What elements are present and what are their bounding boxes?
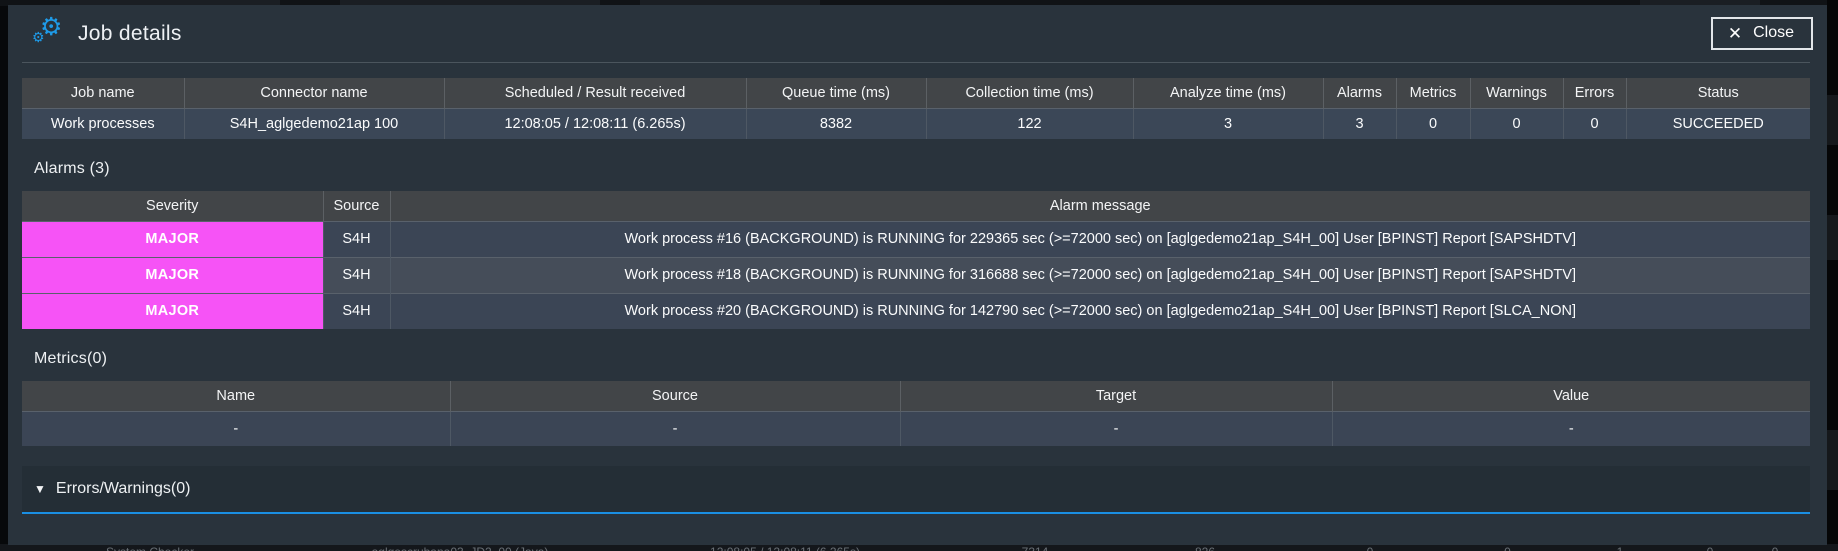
alarms-table: Severity Source Alarm message MAJOR S4H … bbox=[22, 191, 1810, 329]
background-cell: 0 bbox=[1675, 545, 1745, 551]
cell-status: SUCCEEDED bbox=[1626, 108, 1810, 139]
alarm-message: Work process #16 (BACKGROUND) is RUNNING… bbox=[390, 221, 1810, 257]
col-header-warnings: Warnings bbox=[1470, 78, 1563, 108]
errors-warnings-heading: Errors/Warnings(0) bbox=[56, 480, 191, 498]
severity-badge: MAJOR bbox=[22, 221, 323, 257]
metrics-header-row: Name Source Target Value bbox=[22, 381, 1810, 411]
cell-metrics: 0 bbox=[1396, 108, 1470, 139]
cell-scheduled: 12:08:05 / 12:08:11 (6.265s) bbox=[444, 108, 746, 139]
job-details-dialog: ⚙⚙ Job details ✕ Close Job name Connecto… bbox=[8, 5, 1827, 545]
background-cell: 0 bbox=[1290, 545, 1450, 551]
metrics-table: Name Source Target Value - - - - bbox=[22, 381, 1810, 446]
cell-warnings: 0 bbox=[1470, 108, 1563, 139]
col-header-metrics: Metrics bbox=[1396, 78, 1470, 108]
alarms-header-row: Severity Source Alarm message bbox=[22, 191, 1810, 221]
col-header-queue-time: Queue time (ms) bbox=[746, 78, 926, 108]
errors-warnings-toggle[interactable]: ▼ Errors/Warnings(0) bbox=[22, 466, 1810, 514]
severity-badge: MAJOR bbox=[22, 257, 323, 293]
col-header-name: Name bbox=[22, 381, 450, 411]
background-page-right-edge bbox=[1827, 0, 1838, 551]
severity-badge: MAJOR bbox=[22, 293, 323, 329]
metric-value: - bbox=[1332, 411, 1810, 446]
background-cell: 0 bbox=[1745, 545, 1805, 551]
alarm-row: MAJOR S4H Work process #18 (BACKGROUND) … bbox=[22, 257, 1810, 293]
alarm-message: Work process #20 (BACKGROUND) is RUNNING… bbox=[390, 293, 1810, 329]
gears-icon: ⚙⚙ bbox=[32, 17, 66, 51]
background-cell: 826 bbox=[1120, 545, 1290, 551]
metric-target: - bbox=[900, 411, 1332, 446]
background-table-row: System Checker aglgescrubana03_JD2_00 (J… bbox=[0, 545, 1838, 551]
col-header-severity: Severity bbox=[22, 191, 323, 221]
background-cell: 12:08:05 / 12:08:11 (6.265s) bbox=[620, 545, 950, 551]
metric-name: - bbox=[22, 411, 450, 446]
col-header-value: Value bbox=[1332, 381, 1810, 411]
background-cell: 0 bbox=[1450, 545, 1565, 551]
metrics-section-heading: Metrics(0) bbox=[34, 350, 1810, 368]
background-cell: System Checker bbox=[0, 545, 300, 551]
col-header-collection-time: Collection time (ms) bbox=[926, 78, 1133, 108]
alarms-section-heading: Alarms (3) bbox=[34, 160, 1810, 178]
cell-analyze-time: 3 bbox=[1133, 108, 1323, 139]
alarm-source: S4H bbox=[323, 293, 390, 329]
background-page-bottom-edge: System Checker aglgescrubana03_JD2_00 (J… bbox=[0, 544, 1838, 551]
close-button[interactable]: ✕ Close bbox=[1711, 17, 1813, 50]
alarm-message: Work process #18 (BACKGROUND) is RUNNING… bbox=[390, 257, 1810, 293]
cell-connector-name: S4H_aglgedemo21ap 100 bbox=[184, 108, 444, 139]
background-cell: 7314 bbox=[950, 545, 1120, 551]
cell-errors: 0 bbox=[1563, 108, 1626, 139]
alarm-row: MAJOR S4H Work process #20 (BACKGROUND) … bbox=[22, 293, 1810, 329]
job-summary-table: Job name Connector name Scheduled / Resu… bbox=[22, 78, 1810, 139]
metric-source: - bbox=[450, 411, 900, 446]
cell-alarms: 3 bbox=[1323, 108, 1396, 139]
background-fragment bbox=[1827, 215, 1838, 260]
col-header-scheduled: Scheduled / Result received bbox=[444, 78, 746, 108]
chevron-down-icon[interactable]: ▼ bbox=[34, 482, 46, 496]
cell-collection-time: 122 bbox=[926, 108, 1133, 139]
col-header-source: Source bbox=[450, 381, 900, 411]
job-table-header-row: Job name Connector name Scheduled / Resu… bbox=[22, 78, 1810, 108]
background-fragment bbox=[1827, 95, 1838, 145]
background-cell: 1 bbox=[1565, 545, 1675, 551]
col-header-source: Source bbox=[323, 191, 390, 221]
alarm-row: MAJOR S4H Work process #16 (BACKGROUND) … bbox=[22, 221, 1810, 257]
col-header-analyze-time: Analyze time (ms) bbox=[1133, 78, 1323, 108]
col-header-target: Target bbox=[900, 381, 1332, 411]
col-header-alarm-message: Alarm message bbox=[390, 191, 1810, 221]
alarm-source: S4H bbox=[323, 221, 390, 257]
col-header-errors: Errors bbox=[1563, 78, 1626, 108]
background-fragment bbox=[1827, 430, 1838, 490]
dialog-title: Job details bbox=[78, 22, 182, 46]
alarm-source: S4H bbox=[323, 257, 390, 293]
background-cell: SUCCEEDED bbox=[1805, 545, 1838, 551]
close-icon: ✕ bbox=[1728, 25, 1742, 42]
dialog-titlebar: ⚙⚙ Job details ✕ Close bbox=[22, 5, 1810, 63]
cell-job-name: Work processes bbox=[22, 108, 184, 139]
background-cell: aglgescrubana03_JD2_00 (Java) bbox=[300, 545, 620, 551]
job-table-row: Work processes S4H_aglgedemo21ap 100 12:… bbox=[22, 108, 1810, 139]
col-header-status: Status bbox=[1626, 78, 1810, 108]
close-button-label: Close bbox=[1753, 24, 1794, 42]
col-header-connector-name: Connector name bbox=[184, 78, 444, 108]
col-header-job-name: Job name bbox=[22, 78, 184, 108]
col-header-alarms: Alarms bbox=[1323, 78, 1396, 108]
metrics-row: - - - - bbox=[22, 411, 1810, 446]
cell-queue-time: 8382 bbox=[746, 108, 926, 139]
